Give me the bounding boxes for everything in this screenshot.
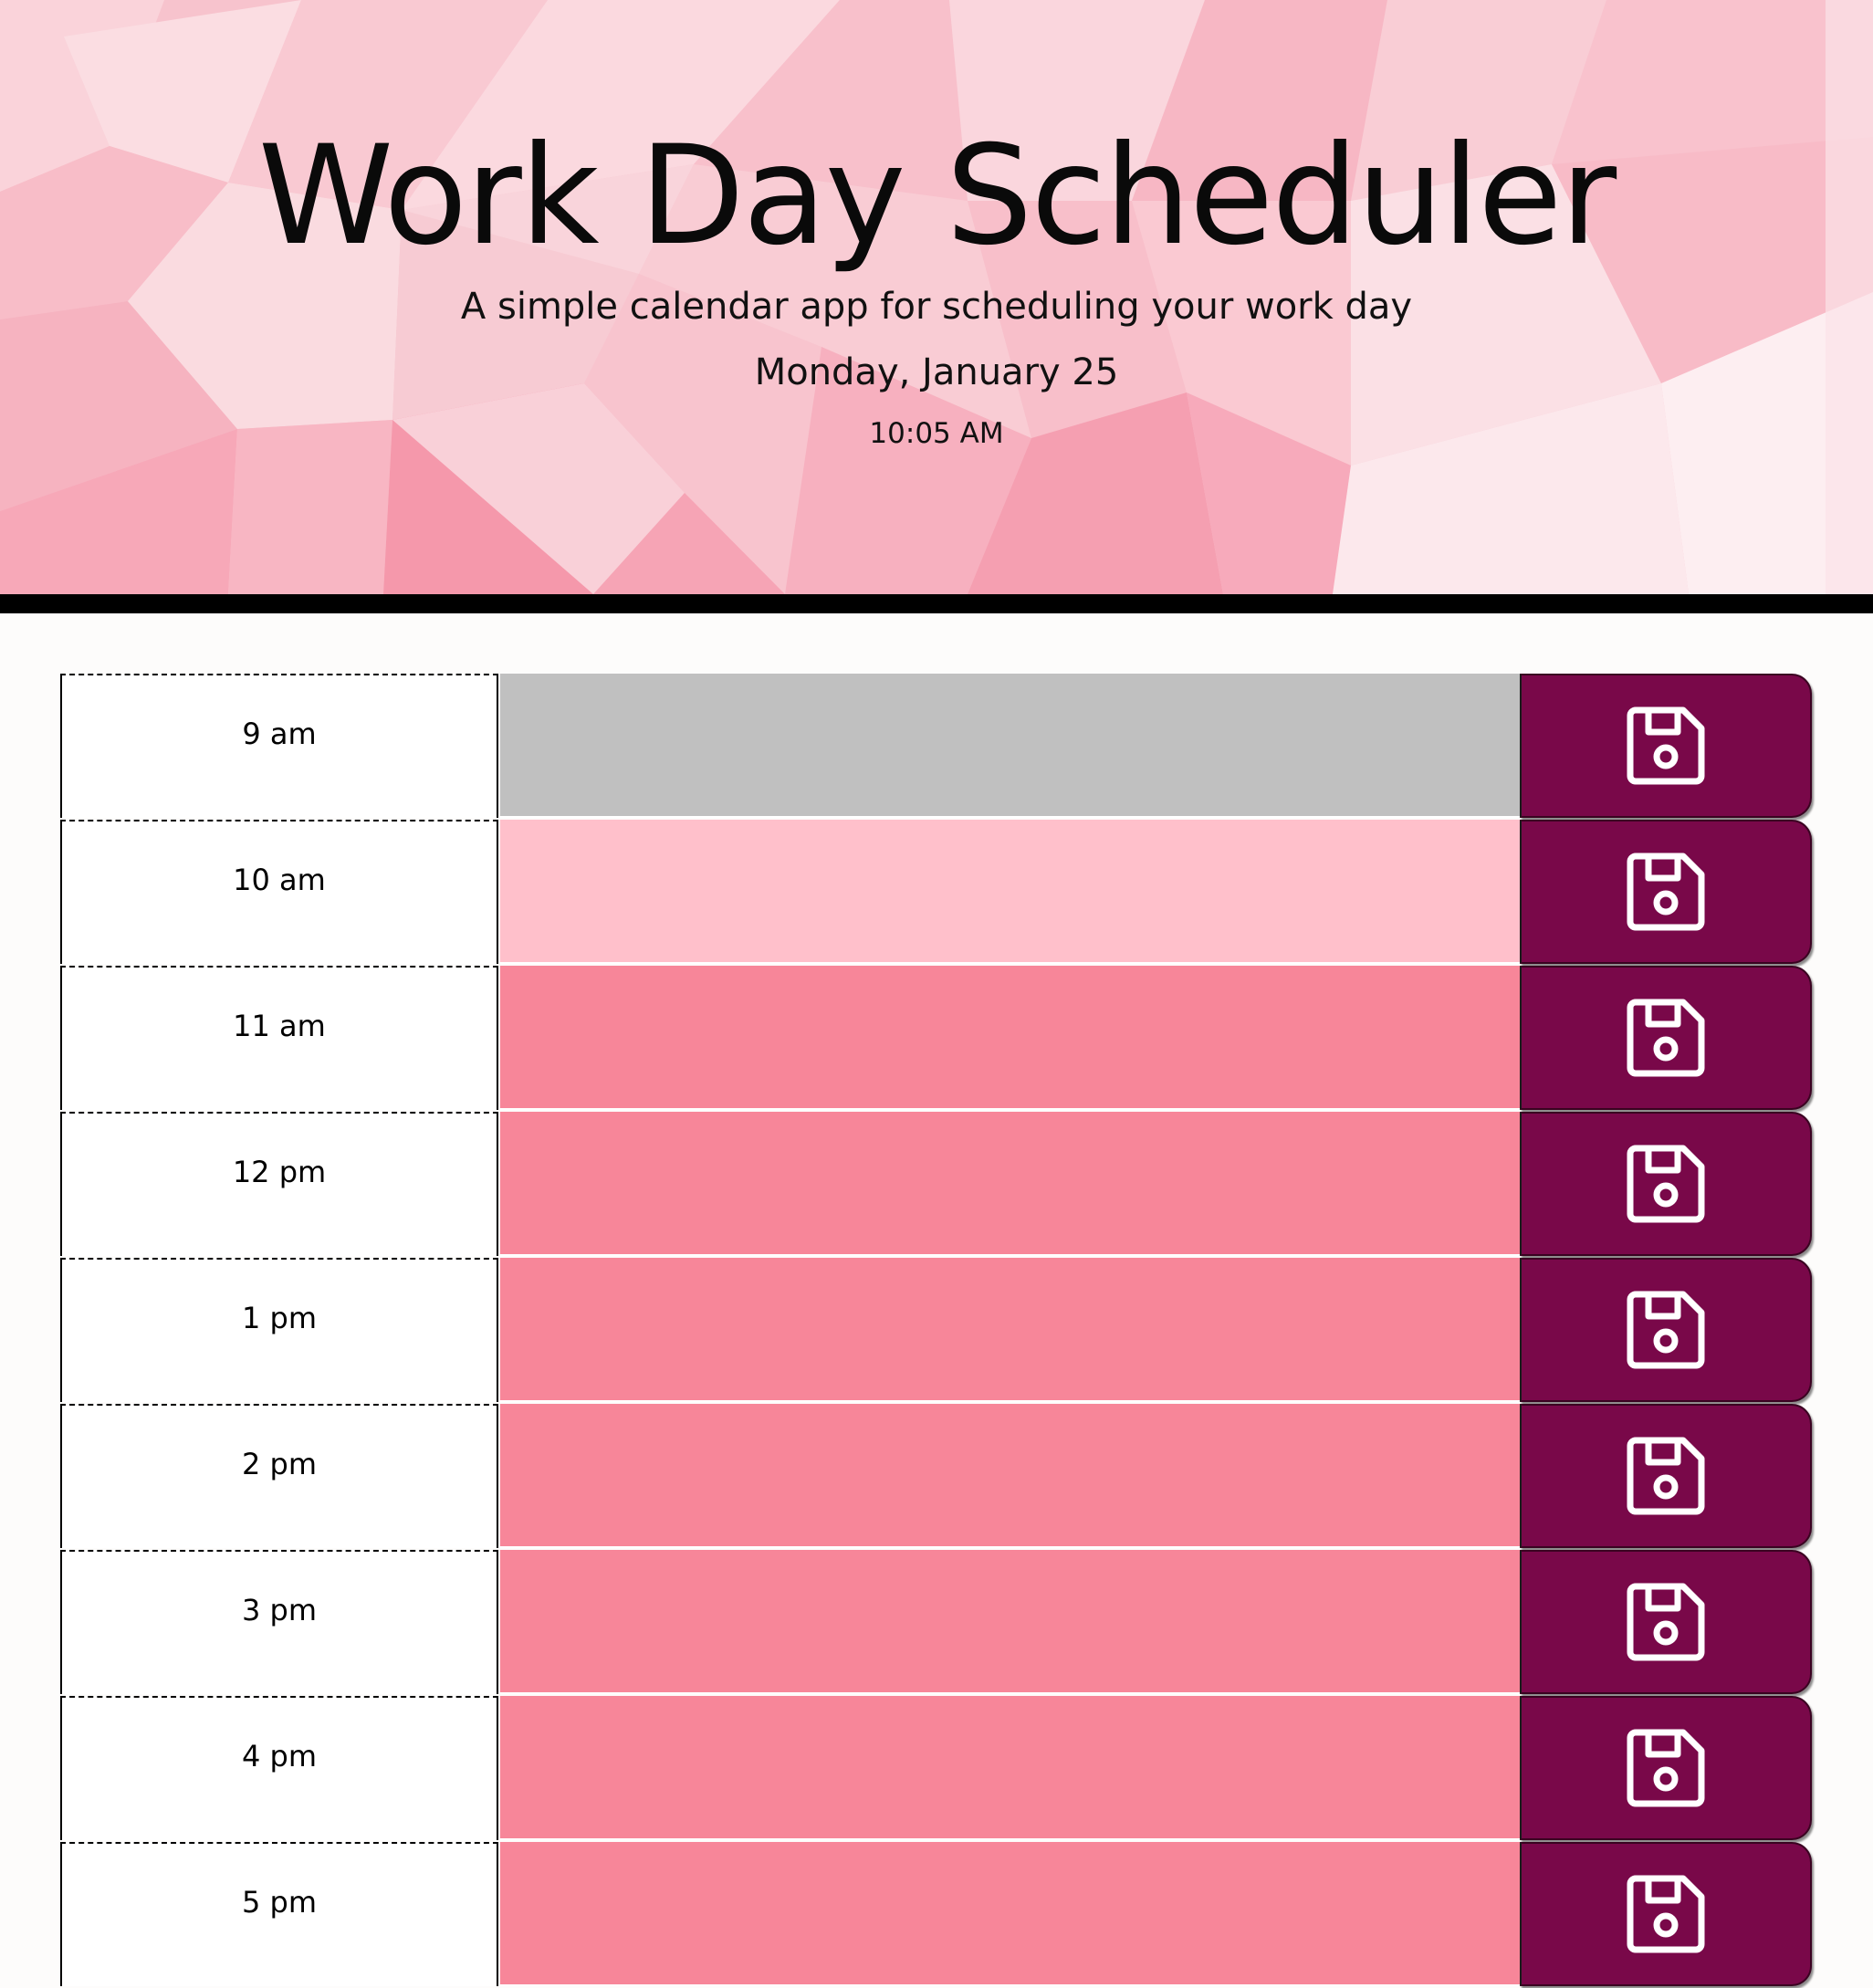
hour-label: 10 am [233, 863, 326, 897]
floppy-disk-icon [1627, 1583, 1705, 1661]
hour-cell: 4 pm [60, 1696, 498, 1840]
hour-cell: 9 am [60, 674, 498, 818]
floppy-disk-icon [1627, 1291, 1705, 1369]
time-block-row: 3 pm [60, 1550, 1813, 1696]
hour-cell: 3 pm [60, 1550, 498, 1694]
time-block-row: 5 pm [60, 1842, 1813, 1988]
time-block-row: 9 am [60, 674, 1813, 820]
floppy-disk-icon [1627, 1437, 1705, 1515]
event-description-input[interactable] [500, 1842, 1582, 1986]
hour-label: 2 pm [241, 1447, 317, 1481]
time-block-row: 10 am [60, 820, 1813, 966]
save-button[interactable] [1520, 1404, 1812, 1548]
hour-cell: 10 am [60, 820, 498, 964]
time-block-row: 12 pm [60, 1112, 1813, 1258]
event-description-input[interactable] [500, 1112, 1582, 1256]
event-description-input[interactable] [500, 820, 1582, 964]
current-date: Monday, January 25 [754, 351, 1119, 393]
current-time: 10:05 AM [869, 417, 1004, 450]
event-description-input[interactable] [500, 674, 1582, 818]
time-block-row: 11 am [60, 966, 1813, 1112]
hour-cell: 11 am [60, 966, 498, 1110]
event-description-input[interactable] [500, 1258, 1582, 1402]
hour-cell: 5 pm [60, 1842, 498, 1986]
schedule-container: 9 am 10 am 11 am 12 pm 1 pm 2 pm 3 pm 4 … [60, 674, 1813, 1988]
hour-label: 11 am [233, 1009, 326, 1043]
event-description-input[interactable] [500, 966, 1582, 1110]
floppy-disk-icon [1627, 1145, 1705, 1223]
save-button[interactable] [1520, 1842, 1812, 1986]
hour-label: 12 pm [232, 1155, 327, 1189]
save-button[interactable] [1520, 1696, 1812, 1840]
time-block-row: 1 pm [60, 1258, 1813, 1404]
save-button[interactable] [1520, 674, 1812, 818]
hour-label: 3 pm [241, 1593, 317, 1627]
floppy-disk-icon [1627, 1875, 1705, 1953]
save-button[interactable] [1520, 820, 1812, 964]
hour-cell: 2 pm [60, 1404, 498, 1548]
floppy-disk-icon [1627, 853, 1705, 931]
time-block-row: 2 pm [60, 1404, 1813, 1550]
event-description-input[interactable] [500, 1550, 1582, 1694]
hour-label: 5 pm [241, 1885, 317, 1920]
header-jumbotron: Work Day Scheduler A simple calendar app… [0, 0, 1873, 594]
floppy-disk-icon [1627, 706, 1705, 785]
save-button[interactable] [1520, 1258, 1812, 1402]
hour-cell: 1 pm [60, 1258, 498, 1402]
page-title: Work Day Scheduler [257, 117, 1617, 276]
save-button[interactable] [1520, 966, 1812, 1110]
page-subtitle: A simple calendar app for scheduling you… [460, 286, 1413, 328]
header-divider [0, 594, 1873, 613]
time-block-row: 4 pm [60, 1696, 1813, 1842]
save-button[interactable] [1520, 1112, 1812, 1256]
hour-cell: 12 pm [60, 1112, 498, 1256]
hour-label: 1 pm [241, 1301, 317, 1335]
save-button[interactable] [1520, 1550, 1812, 1694]
event-description-input[interactable] [500, 1404, 1582, 1548]
event-description-input[interactable] [500, 1696, 1582, 1840]
hour-label: 9 am [242, 717, 317, 751]
floppy-disk-icon [1627, 1729, 1705, 1807]
hour-label: 4 pm [241, 1739, 317, 1774]
floppy-disk-icon [1627, 999, 1705, 1077]
